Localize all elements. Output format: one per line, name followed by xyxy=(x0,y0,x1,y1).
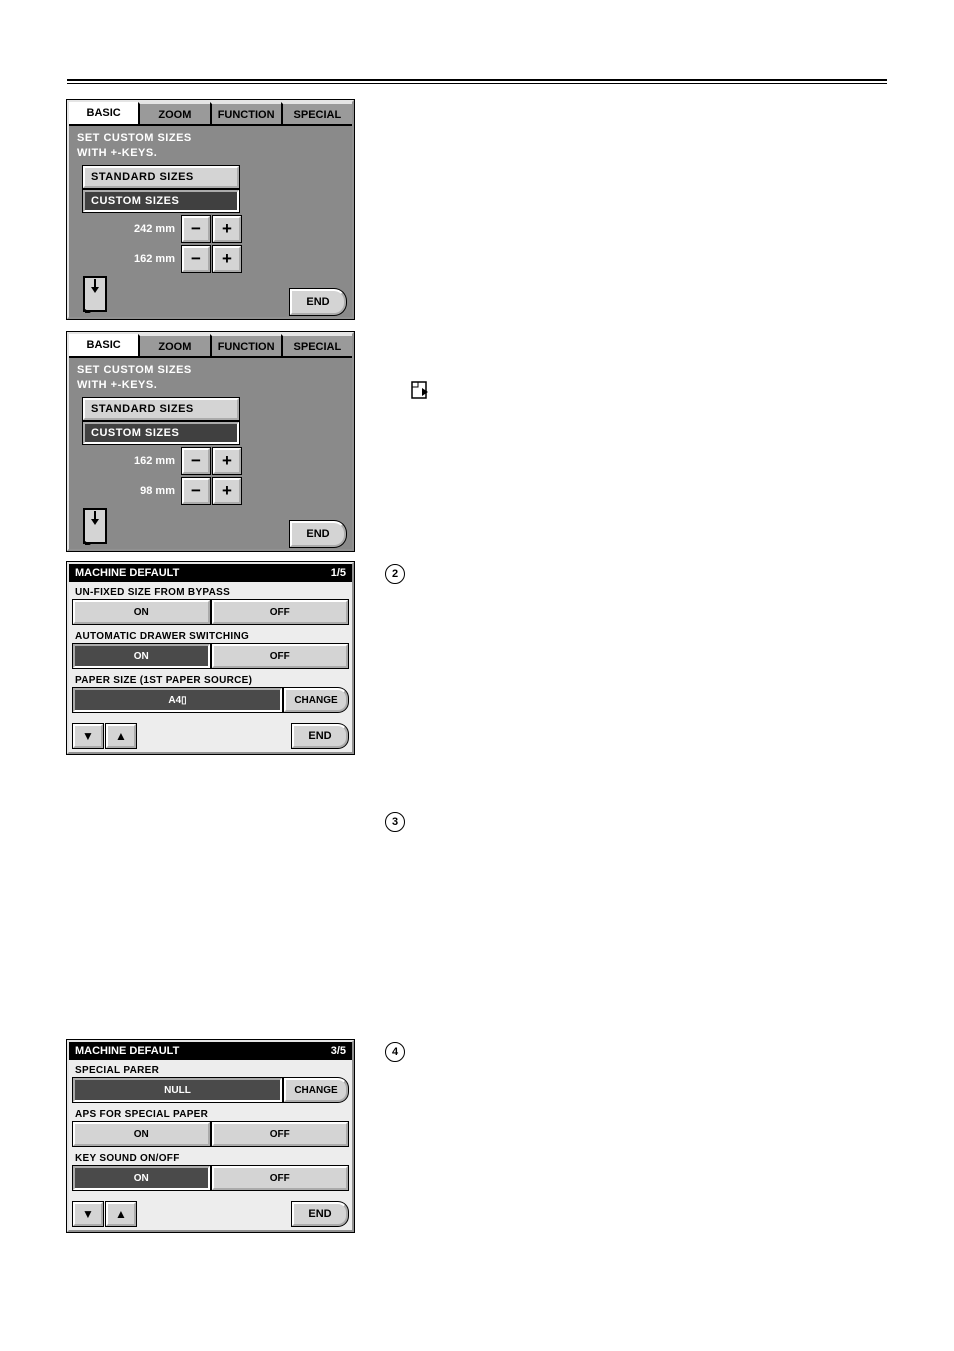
tab-function[interactable]: FUNCTION xyxy=(210,102,281,124)
end-button[interactable]: END xyxy=(292,724,348,748)
row-label-special-paper: SPECIAL PARER xyxy=(73,1062,348,1078)
md-title: MACHINE DEFAULT xyxy=(75,567,179,579)
end-button[interactable]: END xyxy=(290,289,346,315)
page-down-button[interactable]: ▼ xyxy=(73,1202,103,1226)
minus-button-2[interactable]: − xyxy=(182,478,210,504)
plus-button-1[interactable]: + xyxy=(213,448,241,474)
rule-top-thick xyxy=(67,79,887,81)
standard-sizes-button[interactable]: STANDARD SIZES xyxy=(83,166,239,188)
page-up-button[interactable]: ▲ xyxy=(106,724,136,748)
plus-button-2[interactable]: + xyxy=(213,246,241,272)
unfixed-on-button[interactable]: ON xyxy=(73,600,210,624)
change-button[interactable]: CHANGE xyxy=(284,1078,348,1102)
tab-basic[interactable]: BASIC xyxy=(69,334,138,356)
tabs-row: BASIC ZOOM FUNCTION SPECIAL xyxy=(69,334,352,356)
plus-button-2[interactable]: + xyxy=(213,478,241,504)
tab-basic[interactable]: BASIC xyxy=(69,102,138,124)
page-down-button[interactable]: ▼ xyxy=(73,724,103,748)
md-page: 1/5 xyxy=(331,567,346,579)
custom-sizes-button[interactable]: CUSTOM SIZES xyxy=(83,422,239,444)
size-value-1: 162 mm xyxy=(115,455,179,467)
md-title: MACHINE DEFAULT xyxy=(75,1045,179,1057)
minus-button-2[interactable]: − xyxy=(182,246,210,272)
size-value-1: 242 mm xyxy=(115,223,179,235)
autodrawer-on-button[interactable]: ON xyxy=(73,644,210,668)
step-marker-2: 2 xyxy=(385,564,405,584)
size-row-2: 98 mm − + xyxy=(75,478,346,504)
custom-size-panel-1: BASIC ZOOM FUNCTION SPECIAL SET CUSTOM S… xyxy=(67,100,354,319)
change-button[interactable]: CHANGE xyxy=(284,688,348,712)
row-label-papersize: PAPER SIZE (1ST PAPER SOURCE) xyxy=(73,672,348,688)
machine-default-panel-1: MACHINE DEFAULT 1/5 UN-FIXED SIZE FROM B… xyxy=(67,562,354,754)
machine-default-panel-3: MACHINE DEFAULT 3/5 SPECIAL PARER NULL C… xyxy=(67,1040,354,1232)
tab-zoom[interactable]: ZOOM xyxy=(138,334,209,356)
row-label-unfixed: UN-FIXED SIZE FROM BYPASS xyxy=(73,584,348,600)
standard-sizes-button[interactable]: STANDARD SIZES xyxy=(83,398,239,420)
size-row-1: 242 mm − + xyxy=(75,216,346,242)
rule-top-thin xyxy=(67,83,887,84)
aps-on-button[interactable]: ON xyxy=(73,1122,210,1146)
step-marker-4: 4 xyxy=(385,1042,405,1062)
custom-sizes-button[interactable]: CUSTOM SIZES xyxy=(83,190,239,212)
paper-orientation-icon xyxy=(81,275,109,313)
page-up-button[interactable]: ▲ xyxy=(106,1202,136,1226)
special-paper-value: NULL xyxy=(73,1078,282,1102)
row-label-keysound: KEY SOUND ON/OFF xyxy=(73,1150,348,1166)
row-label-aps: APS FOR SPECIAL PAPER xyxy=(73,1106,348,1122)
end-button[interactable]: END xyxy=(292,1202,348,1226)
papersize-value: A4▯ xyxy=(73,688,282,712)
row-label-autodrawer: AUTOMATIC DRAWER SWITCHING xyxy=(73,628,348,644)
step-marker-3: 3 xyxy=(385,812,405,832)
keysound-off-button[interactable]: OFF xyxy=(212,1166,349,1190)
size-value-2: 98 mm xyxy=(115,485,179,497)
aps-off-button[interactable]: OFF xyxy=(212,1122,349,1146)
tab-special[interactable]: SPECIAL xyxy=(281,334,352,356)
size-value-2: 162 mm xyxy=(115,253,179,265)
autodrawer-off-button[interactable]: OFF xyxy=(212,644,349,668)
custom-size-panel-2: BASIC ZOOM FUNCTION SPECIAL SET CUSTOM S… xyxy=(67,332,354,551)
tab-function[interactable]: FUNCTION xyxy=(210,334,281,356)
paper-orientation-icon xyxy=(81,507,109,545)
md-page: 3/5 xyxy=(331,1045,346,1057)
tab-special[interactable]: SPECIAL xyxy=(281,102,352,124)
unfixed-off-button[interactable]: OFF xyxy=(212,600,349,624)
size-row-1: 162 mm − + xyxy=(75,448,346,474)
md-title-bar: MACHINE DEFAULT 1/5 xyxy=(69,564,352,582)
minus-button-1[interactable]: − xyxy=(182,448,210,474)
keysound-on-button[interactable]: ON xyxy=(73,1166,210,1190)
minus-button-1[interactable]: − xyxy=(182,216,210,242)
note-icon xyxy=(410,380,430,400)
tabs-row: BASIC ZOOM FUNCTION SPECIAL xyxy=(69,102,352,124)
size-row-2: 162 mm − + xyxy=(75,246,346,272)
end-button[interactable]: END xyxy=(290,521,346,547)
instruction-line2: WITH +-KEYS. xyxy=(75,377,346,396)
plus-button-1[interactable]: + xyxy=(213,216,241,242)
md-title-bar: MACHINE DEFAULT 3/5 xyxy=(69,1042,352,1060)
tab-zoom[interactable]: ZOOM xyxy=(138,102,209,124)
instruction-line2: WITH +-KEYS. xyxy=(75,145,346,164)
